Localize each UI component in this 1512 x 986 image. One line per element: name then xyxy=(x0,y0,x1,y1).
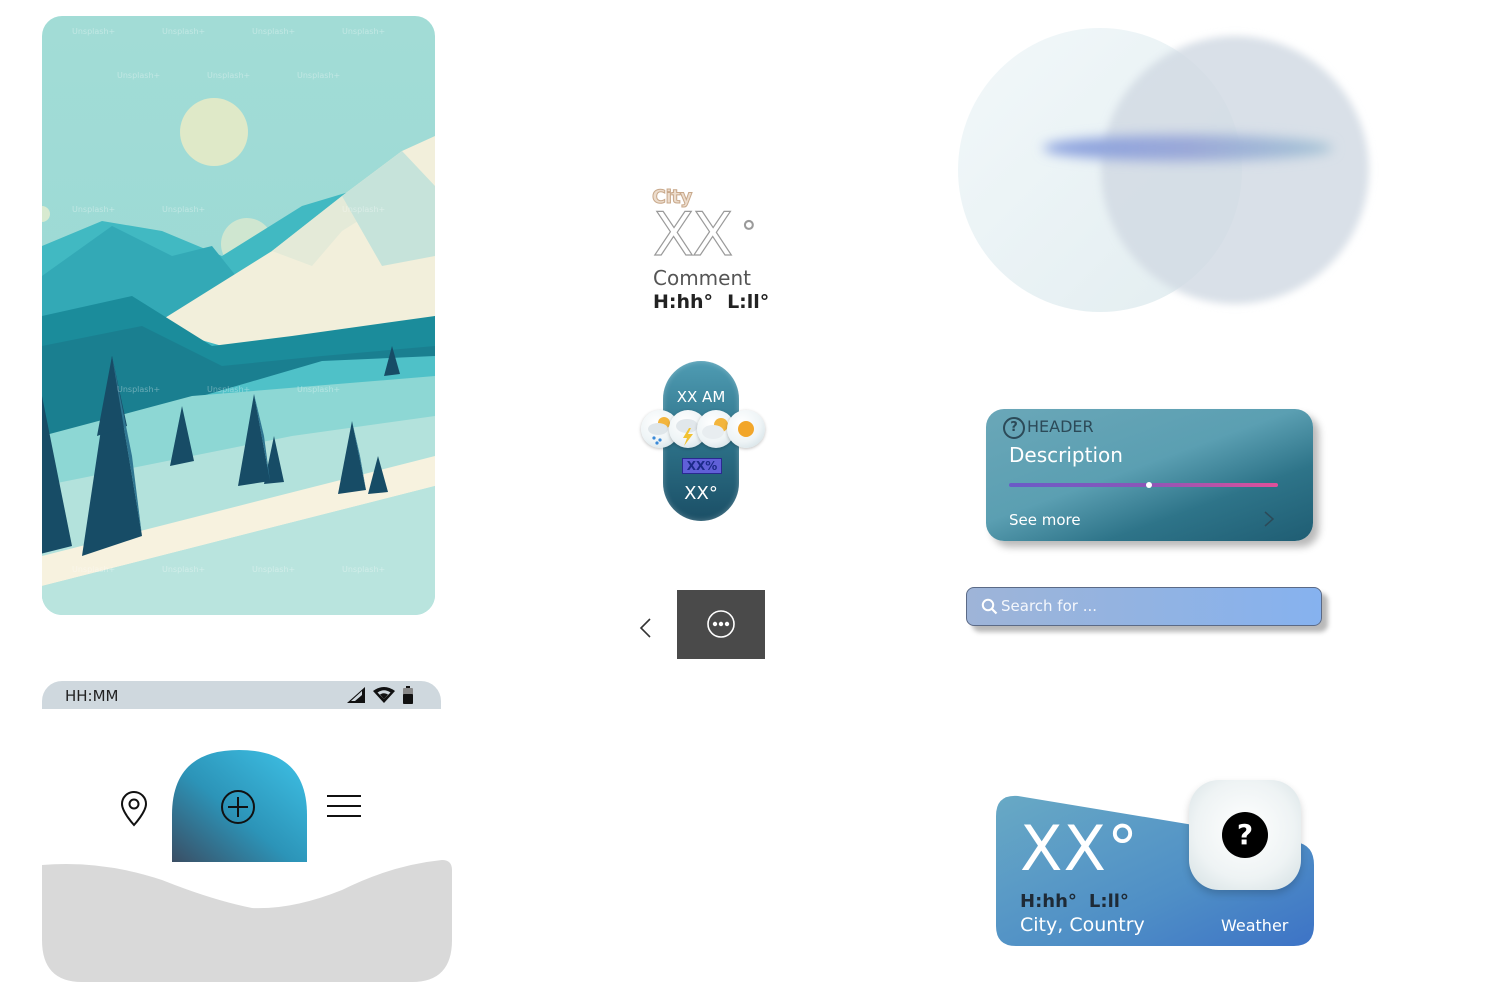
svg-text:Unsplash+: Unsplash+ xyxy=(207,71,250,80)
svg-text:Unsplash+: Unsplash+ xyxy=(342,565,385,574)
tab-bar-background xyxy=(42,860,452,982)
status-time: HH:MM xyxy=(65,687,119,705)
background-illustration: Unsplash+ Unsplash+ Unsplash+ Unsplash+ Uns… xyxy=(42,16,435,615)
high-low: H:hh° L:ll° xyxy=(653,291,769,313)
svg-text:Unsplash+: Unsplash+ xyxy=(162,27,205,36)
status-bar: HH:MM xyxy=(42,681,441,709)
see-more-link[interactable]: See more xyxy=(1009,511,1081,529)
svg-text:Unsplash+: Unsplash+ xyxy=(207,385,250,394)
svg-text:Unsplash+: Unsplash+ xyxy=(117,385,160,394)
help-button[interactable]: ? xyxy=(1189,780,1301,890)
widget-high: H:hh° xyxy=(1020,891,1077,912)
svg-text:Unsplash+: Unsplash+ xyxy=(252,27,295,36)
search-icon xyxy=(981,598,998,615)
question-circle-icon: ? xyxy=(1003,417,1025,439)
more-dots-icon xyxy=(707,610,735,638)
svg-text:Unsplash+: Unsplash+ xyxy=(72,565,115,574)
widget-location: City, Country xyxy=(1020,914,1145,936)
progress-indicator[interactable] xyxy=(1145,482,1152,488)
svg-text:Unsplash+: Unsplash+ xyxy=(297,385,340,394)
current-temperature: XX xyxy=(652,199,733,270)
question-icon: ? xyxy=(1222,812,1268,858)
wifi-icon xyxy=(373,687,395,703)
back-chevron-icon[interactable] xyxy=(637,617,655,639)
svg-text:Unsplash+: Unsplash+ xyxy=(72,205,115,214)
svg-text:Unsplash+: Unsplash+ xyxy=(162,565,205,574)
weather-comment: Comment xyxy=(653,266,751,290)
svg-text:Unsplash+: Unsplash+ xyxy=(342,205,385,214)
svg-text:Unsplash+: Unsplash+ xyxy=(72,27,115,36)
search-bar[interactable] xyxy=(966,587,1322,626)
widget-high-low: H:hh° L:ll° xyxy=(1020,891,1129,912)
high-temp: H:hh° xyxy=(653,291,714,313)
svg-text:Unsplash+: Unsplash+ xyxy=(252,565,295,574)
battery-icon xyxy=(403,686,413,704)
card-description: Description xyxy=(1009,443,1123,467)
decorative-orbs xyxy=(958,28,1369,312)
location-pin-icon[interactable] xyxy=(119,791,149,827)
chevron-right-icon[interactable] xyxy=(1263,510,1275,528)
info-card[interactable]: ? HEADER Description See more xyxy=(986,409,1313,541)
widget-temperature: XX° xyxy=(1020,812,1139,885)
search-input[interactable] xyxy=(1001,594,1301,618)
svg-text:Unsplash+: Unsplash+ xyxy=(297,71,340,80)
precipitation-chance: XX% xyxy=(682,458,722,474)
widget-low: L:ll° xyxy=(1088,891,1129,912)
widget-label: Weather xyxy=(1221,916,1289,935)
svg-text:Unsplash+: Unsplash+ xyxy=(342,27,385,36)
signal-icon xyxy=(347,687,365,703)
svg-text:Unsplash+: Unsplash+ xyxy=(162,205,205,214)
hourly-temperature: XX° xyxy=(684,483,718,504)
add-circle-icon[interactable] xyxy=(220,789,256,825)
bottom-navigation xyxy=(42,740,452,982)
progress-bar xyxy=(1009,483,1278,487)
degree-symbol: ◦ xyxy=(739,208,758,244)
svg-text:Unsplash+: Unsplash+ xyxy=(117,71,160,80)
more-options-button[interactable] xyxy=(677,590,765,659)
hourly-time: XX AM xyxy=(676,388,726,406)
card-header: HEADER xyxy=(1027,417,1094,436)
menu-icon[interactable] xyxy=(327,794,361,820)
status-icons xyxy=(347,686,413,704)
low-temp: L:ll° xyxy=(727,291,770,313)
sun-icon xyxy=(727,410,765,448)
